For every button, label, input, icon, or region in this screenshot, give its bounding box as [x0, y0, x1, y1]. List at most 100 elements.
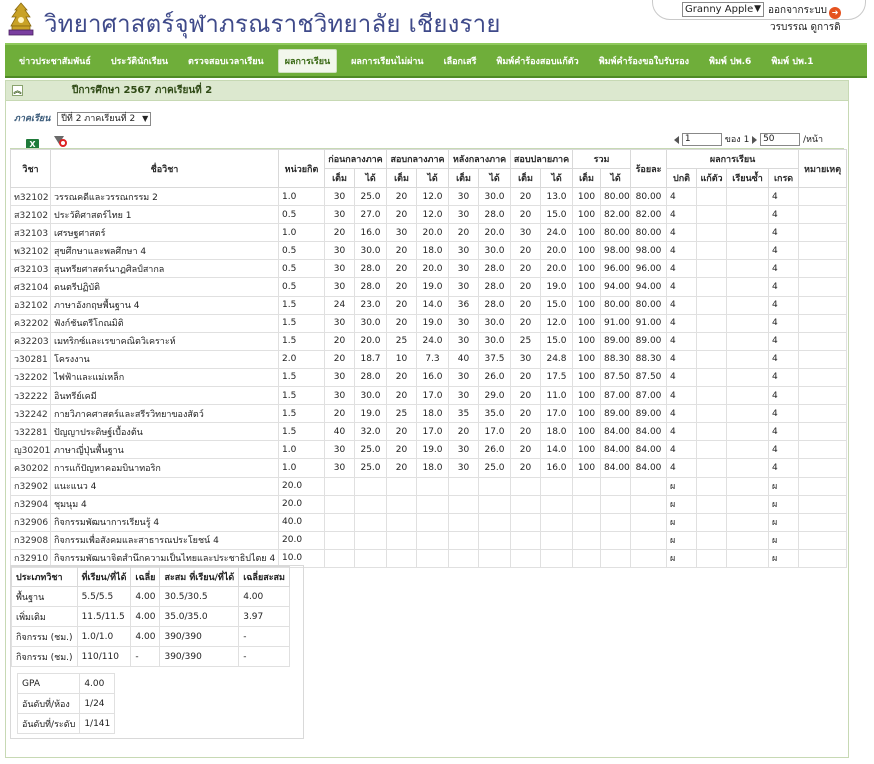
table-cell: 4	[666, 205, 698, 225]
table-cell: 98.00	[600, 241, 632, 261]
table-cell	[798, 331, 848, 351]
table-cell	[798, 367, 848, 388]
table-cell: 2.0	[278, 349, 325, 369]
rank-room-value: 1/24	[79, 693, 116, 714]
summary-cell: 4.00	[238, 586, 290, 607]
per-page-input[interactable]: 50	[760, 133, 801, 146]
panel-header: ︽ ปีการศึกษา 2567 ภาคเรียนที่ 2	[6, 81, 848, 101]
next-page-icon[interactable]	[752, 135, 758, 144]
table-cell	[798, 548, 848, 568]
nav-electives[interactable]: เลือกเสรี	[438, 50, 483, 72]
header: วิทยาศาสตร์จุฬาภรณราชวิทยาลัย เชียงราย G…	[0, 0, 874, 42]
table-cell: 18.0	[540, 422, 574, 442]
nav-grades[interactable]: ผลการเรียน	[277, 48, 338, 73]
table-cell: สุขศึกษาและพลศึกษา 4	[50, 241, 279, 261]
table-cell: ก32908	[10, 530, 51, 550]
table-cell: 91.00	[600, 313, 632, 333]
table-cell: 24.0	[416, 331, 449, 351]
table-cell: 100	[572, 458, 602, 478]
table-cell: 20	[448, 422, 479, 442]
table-cell: 94.00	[600, 277, 632, 297]
col-final: สอบปลายภาค	[510, 149, 574, 169]
table-cell: ส32102	[10, 205, 51, 225]
table-cell: ศ32104	[10, 277, 51, 297]
summary-cell: กิจกรรม (ชม.)	[11, 626, 78, 647]
prev-page-icon[interactable]	[674, 135, 679, 144]
table-cell: 20	[324, 331, 355, 351]
table-cell: 17.0	[477, 422, 512, 442]
table-cell: 19.0	[416, 277, 449, 297]
nav-print-certificate-request[interactable]: พิมพ์คำร้องขอใบรับรอง	[593, 50, 695, 72]
clear-filter-icon[interactable]	[54, 135, 68, 147]
table-cell: 25.0	[477, 458, 512, 478]
table-cell: 4	[768, 259, 800, 279]
table-cell: 16.0	[354, 223, 387, 243]
table-row: ค32202 ฟังก์ชันตรีโกณมิติ 1.5 30 30.0 20 19.0 3…	[10, 313, 848, 333]
table-cell: 37.5	[477, 349, 512, 369]
table-cell	[324, 548, 355, 568]
term-select[interactable]: ปีที่ 2 ภาคเรียนที่ 2 ▼	[57, 111, 152, 126]
nav-news[interactable]: ข่าวประชาสัมพันธ์	[13, 50, 97, 72]
table-cell	[354, 494, 387, 514]
table-cell	[572, 512, 602, 532]
table-cell: 82.00	[630, 205, 668, 225]
table-cell	[798, 386, 848, 406]
nav-print-retest-form[interactable]: พิมพ์คำร้องสอบแก้ตัว	[490, 50, 584, 72]
table-cell: พ32102	[10, 241, 51, 261]
table-cell: 20.0	[540, 241, 574, 261]
logout-link[interactable]: ออกจากระบบ ➜	[768, 3, 842, 19]
table-cell	[386, 494, 417, 514]
table-cell: 20.0	[416, 223, 449, 243]
col-name: ชื่อวิชา	[50, 149, 279, 188]
table-row: ก32904 ชุมนุม 4 20.0 ผ ผ	[10, 494, 848, 514]
table-cell	[726, 349, 770, 369]
table-cell: 89.00	[600, 331, 632, 351]
table-cell: กิจกรรมเพื่อสังคมและสาธารณประโยชน์ 4	[50, 530, 279, 550]
no-sign-shape	[59, 139, 68, 147]
table-cell: 84.00	[630, 458, 668, 478]
table-cell: 4	[666, 458, 698, 478]
nav-print-por-por-1[interactable]: พิมพ์ ปพ.1	[765, 50, 819, 72]
table-cell: สุนทรียศาสตร์นาฏศิลป์สากล	[50, 259, 279, 279]
table-cell: 100	[572, 186, 602, 207]
col-full: เต็ม	[448, 168, 479, 188]
table-cell	[540, 494, 574, 514]
table-cell	[726, 548, 770, 568]
table-cell: 80.00	[630, 186, 668, 207]
summary-cell: 390/390	[159, 626, 240, 647]
nav-print-por-por-6[interactable]: พิมพ์ ปพ.6	[703, 50, 757, 72]
table-cell	[726, 386, 770, 406]
summary-cell: -	[238, 646, 290, 667]
table-cell: 4	[666, 277, 698, 297]
table-cell	[798, 313, 848, 333]
collapse-icon[interactable]: ︽	[12, 85, 23, 96]
table-cell: 28.0	[477, 277, 512, 297]
summary-row: กิจกรรม (ชม.) 110/110-390/390-	[11, 646, 290, 667]
summary-cell: 4.00	[130, 606, 161, 627]
table-cell: 1.0	[278, 458, 325, 478]
table-cell: 20.0	[540, 259, 574, 279]
table-cell: 30	[448, 331, 479, 351]
table-cell: 4	[768, 349, 800, 369]
table-cell: 30	[448, 241, 479, 261]
nav-attendance[interactable]: ตรวจสอบเวลาเรียน	[182, 50, 270, 72]
table-cell	[477, 548, 512, 568]
table-cell: ค30202	[10, 458, 51, 478]
table-cell: 20	[510, 386, 542, 406]
table-cell	[726, 367, 770, 388]
table-row: ศ32103 สุนทรียศาสตร์นาฏศิลป์สากล 0.5 30 28.0…	[10, 259, 848, 279]
table-cell: 20	[386, 367, 417, 388]
table-cell	[386, 548, 417, 568]
nav-failed-grades[interactable]: ผลการเรียนไม่ผ่าน	[345, 50, 429, 72]
table-cell: 4	[666, 331, 698, 351]
table-cell: 25.0	[354, 186, 387, 207]
page-input[interactable]: 1	[681, 133, 722, 146]
table-cell	[726, 186, 770, 207]
table-cell: 17.0	[416, 386, 449, 406]
table-cell: วรรณคดีและวรรณกรรม 2	[50, 186, 279, 207]
nav-student-profile[interactable]: ประวัตินักเรียน	[105, 50, 174, 72]
table-cell: 98.00	[630, 241, 668, 261]
table-cell	[798, 241, 848, 261]
table-cell: 30	[324, 440, 355, 460]
theme-select[interactable]: Granny Apple ▼	[682, 2, 764, 17]
